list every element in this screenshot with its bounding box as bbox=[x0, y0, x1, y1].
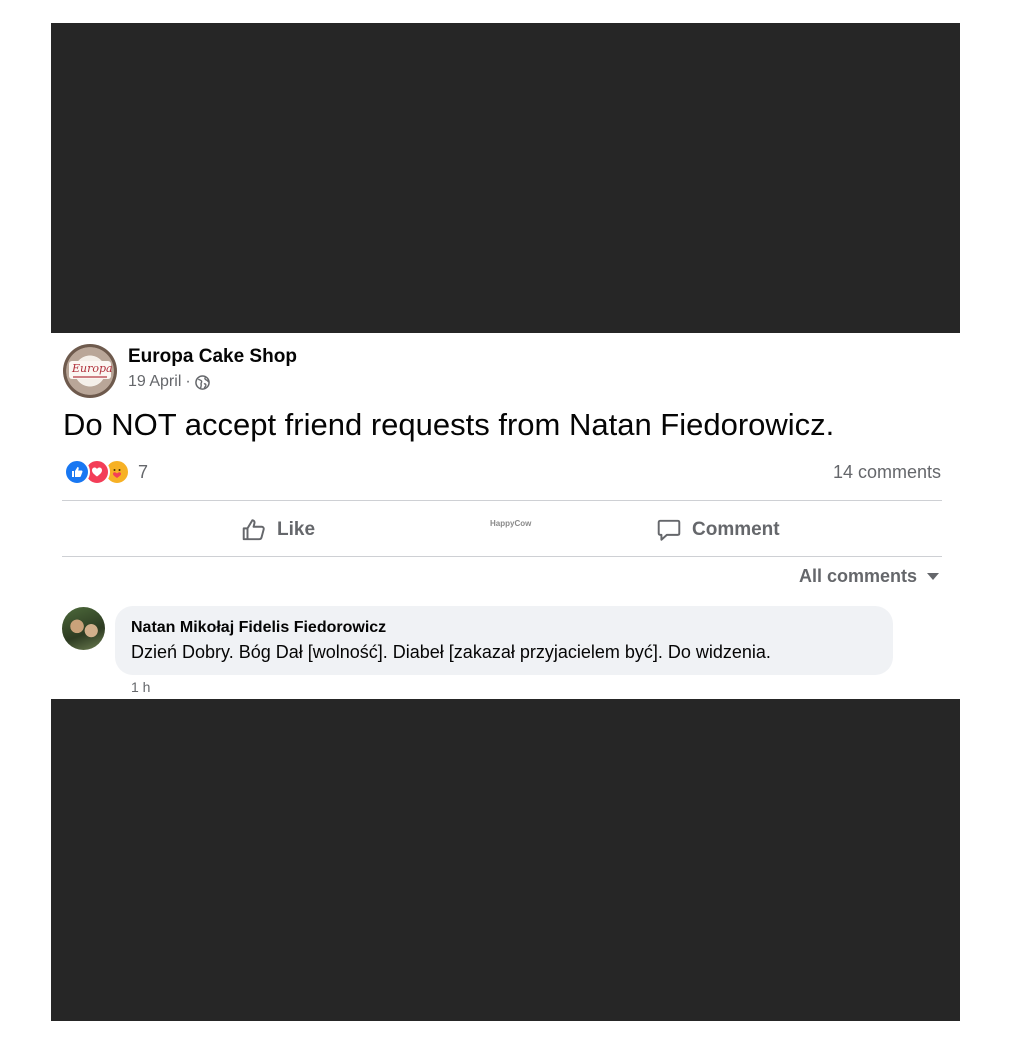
like-icon bbox=[64, 459, 90, 485]
like-outline-icon bbox=[242, 519, 265, 541]
commenter-avatar[interactable] bbox=[62, 607, 105, 650]
commenter-name-link[interactable]: Natan Mikołaj Fidelis Fiedorowicz bbox=[131, 619, 386, 637]
comment-text: Dzień Dobry. Bóg Dał [wolność]. Diabeł [… bbox=[131, 642, 771, 662]
divider bbox=[62, 500, 942, 501]
post-meta: 19 April · bbox=[128, 373, 210, 391]
comment-bubble: Natan Mikołaj Fidelis Fiedorowicz Dzień … bbox=[115, 606, 893, 675]
all-comments-filter[interactable]: All comments bbox=[799, 566, 939, 587]
like-label: Like bbox=[277, 519, 316, 540]
globe-icon bbox=[194, 374, 210, 390]
caret-down-icon bbox=[927, 573, 939, 580]
comment-label: Comment bbox=[692, 519, 780, 540]
reactions-summary[interactable]: 7 bbox=[64, 459, 148, 485]
page-avatar[interactable]: Europa bbox=[63, 344, 117, 398]
comment-bubble-icon bbox=[657, 519, 681, 541]
logo-underline bbox=[73, 376, 107, 378]
comment-timestamp[interactable]: 1 h bbox=[131, 679, 150, 695]
all-comments-label: All comments bbox=[798, 566, 917, 586]
page-logo-text: Europa bbox=[72, 362, 113, 375]
reaction-count: 7 bbox=[138, 461, 149, 482]
comment-button[interactable]: Comment bbox=[656, 511, 780, 549]
page-name-link[interactable]: Europa Cake Shop bbox=[128, 346, 297, 368]
comments-count-link[interactable]: 14 comments bbox=[833, 462, 941, 483]
watermark-text: HappyCow bbox=[490, 519, 532, 528]
like-button[interactable]: Like bbox=[241, 511, 315, 549]
post-date[interactable]: 19 April bbox=[128, 373, 181, 391]
redacted-area-bottom bbox=[51, 699, 960, 1021]
divider bbox=[62, 556, 942, 557]
redacted-area-top bbox=[51, 23, 960, 333]
post-text: Do NOT accept friend requests from Natan… bbox=[63, 407, 835, 442]
facebook-post: Europa Europa Cake Shop 19 April · Do NO… bbox=[51, 333, 960, 699]
meta-separator: · bbox=[185, 373, 191, 390]
